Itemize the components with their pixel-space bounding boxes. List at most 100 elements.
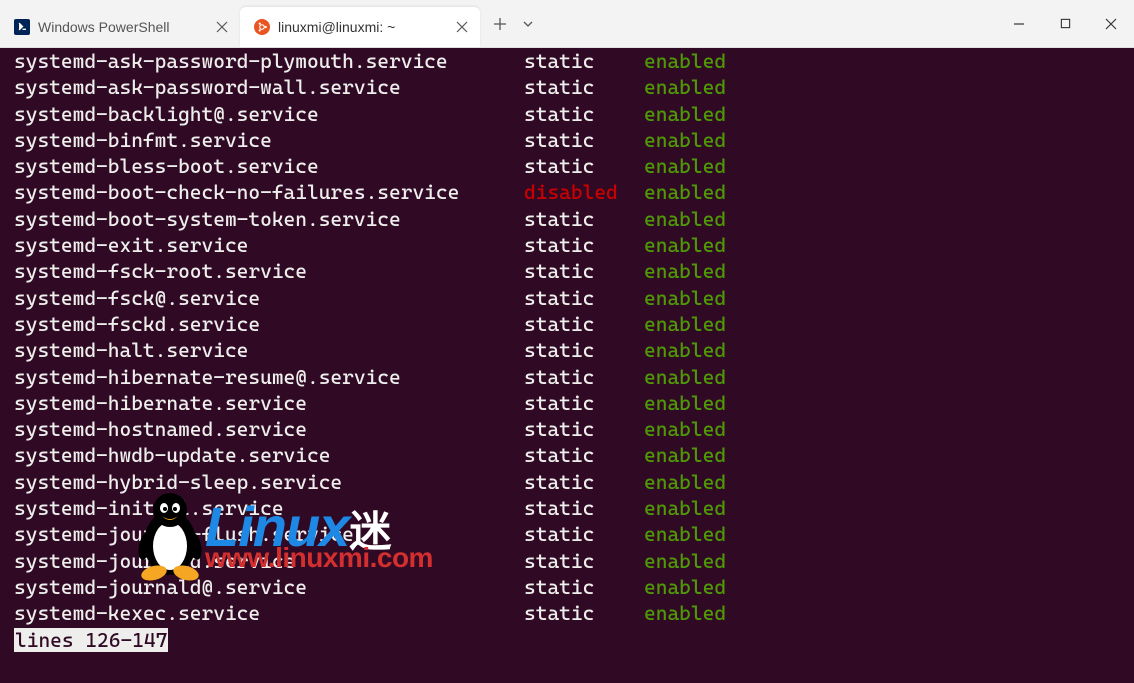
service-row: systemd-journald@.servicestaticenabled bbox=[2, 574, 1132, 600]
powershell-icon bbox=[14, 19, 30, 35]
unit-name: systemd-bless-boot.service bbox=[14, 153, 524, 179]
new-tab-button[interactable] bbox=[484, 8, 516, 40]
unit-name: systemd-binfmt.service bbox=[14, 127, 524, 153]
minimize-button[interactable] bbox=[996, 8, 1042, 40]
service-row: systemd-fsckd.servicestaticenabled bbox=[2, 311, 1132, 337]
unit-name: systemd-fsckd.service bbox=[14, 311, 524, 337]
unit-state: static bbox=[524, 521, 644, 547]
unit-state: static bbox=[524, 101, 644, 127]
vendor-preset: enabled bbox=[644, 74, 726, 100]
service-row: systemd-hostnamed.servicestaticenabled bbox=[2, 416, 1132, 442]
unit-name: systemd-fsck-root.service bbox=[14, 258, 524, 284]
tab-title: Windows PowerShell bbox=[38, 19, 204, 35]
unit-name: systemd-ask-password-plymouth.service bbox=[14, 48, 524, 74]
service-row: systemd-ask-password-wall.servicestatice… bbox=[2, 74, 1132, 100]
unit-state: static bbox=[524, 206, 644, 232]
vendor-preset: enabled bbox=[644, 548, 726, 574]
unit-name: systemd-hostnamed.service bbox=[14, 416, 524, 442]
service-row: systemd-exit.servicestaticenabled bbox=[2, 232, 1132, 258]
pager-status: lines 126-147 bbox=[2, 627, 1132, 653]
unit-name: systemd-hibernate-resume@.service bbox=[14, 364, 524, 390]
unit-state: static bbox=[524, 153, 644, 179]
unit-state: static bbox=[524, 311, 644, 337]
vendor-preset: enabled bbox=[644, 469, 726, 495]
tab-dropdown-button[interactable] bbox=[516, 8, 540, 40]
service-row: systemd-initctl.servicestaticenabled bbox=[2, 495, 1132, 521]
service-row: systemd-backlight@.servicestaticenabled bbox=[2, 101, 1132, 127]
vendor-preset: enabled bbox=[644, 179, 726, 205]
unit-state: static bbox=[524, 285, 644, 311]
unit-name: systemd-hwdb-update.service bbox=[14, 442, 524, 468]
vendor-preset: enabled bbox=[644, 153, 726, 179]
unit-state: static bbox=[524, 495, 644, 521]
tab-ubuntu[interactable]: linuxmi@linuxmi: ~ bbox=[240, 7, 480, 47]
service-row: systemd-hibernate-resume@.servicestatice… bbox=[2, 364, 1132, 390]
unit-name: systemd-journal-flush.service bbox=[14, 521, 524, 547]
unit-state: static bbox=[524, 48, 644, 74]
titlebar: Windows PowerShell linuxmi@linuxmi: ~ bbox=[0, 0, 1134, 48]
unit-state: static bbox=[524, 364, 644, 390]
service-row: systemd-journald.servicestaticenabled bbox=[2, 548, 1132, 574]
vendor-preset: enabled bbox=[644, 364, 726, 390]
unit-state: static bbox=[524, 258, 644, 284]
vendor-preset: enabled bbox=[644, 258, 726, 284]
service-row: systemd-hibernate.servicestaticenabled bbox=[2, 390, 1132, 416]
vendor-preset: enabled bbox=[644, 101, 726, 127]
service-row: systemd-binfmt.servicestaticenabled bbox=[2, 127, 1132, 153]
unit-name: systemd-exit.service bbox=[14, 232, 524, 258]
unit-state: static bbox=[524, 469, 644, 495]
unit-name: systemd-halt.service bbox=[14, 337, 524, 363]
service-row: systemd-boot-system-token.servicestatice… bbox=[2, 206, 1132, 232]
vendor-preset: enabled bbox=[644, 574, 726, 600]
vendor-preset: enabled bbox=[644, 48, 726, 74]
vendor-preset: enabled bbox=[644, 285, 726, 311]
unit-name: systemd-hibernate.service bbox=[14, 390, 524, 416]
vendor-preset: enabled bbox=[644, 127, 726, 153]
unit-state: static bbox=[524, 548, 644, 574]
unit-name: systemd-boot-system-token.service bbox=[14, 206, 524, 232]
unit-name: systemd-kexec.service bbox=[14, 600, 524, 626]
unit-state: static bbox=[524, 390, 644, 416]
close-button[interactable] bbox=[1088, 8, 1134, 40]
unit-name: systemd-ask-password-wall.service bbox=[14, 74, 524, 100]
service-row: systemd-hybrid-sleep.servicestaticenable… bbox=[2, 469, 1132, 495]
unit-name: systemd-hybrid-sleep.service bbox=[14, 469, 524, 495]
vendor-preset: enabled bbox=[644, 495, 726, 521]
service-row: systemd-fsck@.servicestaticenabled bbox=[2, 285, 1132, 311]
tab-powershell[interactable]: Windows PowerShell bbox=[0, 7, 240, 47]
ubuntu-icon bbox=[254, 19, 270, 35]
unit-name: systemd-journald@.service bbox=[14, 574, 524, 600]
close-icon[interactable] bbox=[212, 17, 232, 37]
maximize-button[interactable] bbox=[1042, 8, 1088, 40]
tabs-container: Windows PowerShell linuxmi@linuxmi: ~ bbox=[0, 0, 996, 47]
service-row: systemd-hwdb-update.servicestaticenabled bbox=[2, 442, 1132, 468]
unit-name: systemd-boot-check-no-failures.service bbox=[14, 179, 524, 205]
vendor-preset: enabled bbox=[644, 232, 726, 258]
unit-state: static bbox=[524, 574, 644, 600]
unit-state: disabled bbox=[524, 179, 644, 205]
unit-state: static bbox=[524, 600, 644, 626]
close-icon[interactable] bbox=[452, 17, 472, 37]
service-row: systemd-journal-flush.servicestaticenabl… bbox=[2, 521, 1132, 547]
unit-state: static bbox=[524, 74, 644, 100]
service-row: systemd-ask-password-plymouth.servicesta… bbox=[2, 48, 1132, 74]
service-row: systemd-bless-boot.servicestaticenabled bbox=[2, 153, 1132, 179]
vendor-preset: enabled bbox=[644, 206, 726, 232]
unit-name: systemd-initctl.service bbox=[14, 495, 524, 521]
service-row: systemd-boot-check-no-failures.servicedi… bbox=[2, 179, 1132, 205]
unit-state: static bbox=[524, 232, 644, 258]
tab-title: linuxmi@linuxmi: ~ bbox=[278, 19, 444, 35]
vendor-preset: enabled bbox=[644, 311, 726, 337]
vendor-preset: enabled bbox=[644, 600, 726, 626]
unit-name: systemd-journald.service bbox=[14, 548, 524, 574]
service-row: systemd-halt.servicestaticenabled bbox=[2, 337, 1132, 363]
service-row: systemd-kexec.servicestaticenabled bbox=[2, 600, 1132, 626]
unit-state: static bbox=[524, 416, 644, 442]
vendor-preset: enabled bbox=[644, 521, 726, 547]
unit-state: static bbox=[524, 337, 644, 363]
unit-name: systemd-fsck@.service bbox=[14, 285, 524, 311]
window-controls bbox=[996, 8, 1134, 40]
vendor-preset: enabled bbox=[644, 416, 726, 442]
terminal-area[interactable]: systemd-ask-password-plymouth.servicesta… bbox=[0, 48, 1134, 683]
unit-state: static bbox=[524, 127, 644, 153]
